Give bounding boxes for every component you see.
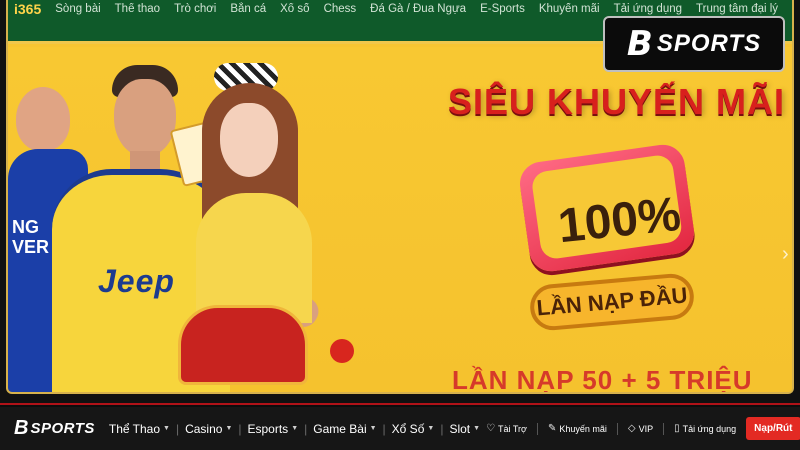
brand-logo-text: SPORTS	[656, 30, 762, 57]
site-menu-item[interactable]: Thể thao	[115, 3, 160, 15]
nav-divider	[663, 422, 665, 435]
chevron-down-icon: ▼	[291, 425, 299, 432]
promo-bottom-line: LẦN NẠP 50 + 5 TRIỆU	[452, 365, 753, 394]
nav-item-game-bai[interactable]: Game Bài ▼	[307, 422, 382, 436]
site-menu-item[interactable]: E-Sports	[480, 3, 525, 15]
chevron-down-icon: ▼	[427, 425, 435, 432]
site-menu-item[interactable]: Chess	[324, 3, 357, 15]
nav-link-sponsor[interactable]: ♡ Tài Trợ	[486, 423, 527, 434]
nav-item-label: Game Bài	[313, 421, 367, 436]
slot-machine-decoration	[178, 305, 308, 385]
nav-link-label: Khuyến mãi	[559, 423, 607, 434]
nav-link-app-download[interactable]: ▯ Tải ứng dụng	[674, 423, 736, 434]
promotion-icon: ✎	[547, 423, 557, 434]
site-menu-items: Sòng bài Thể thao Trò chơi Bắn cá Xổ số …	[55, 3, 778, 15]
nav-item-casino[interactable]: Casino ▼	[179, 422, 238, 436]
brand-mark-icon: B	[626, 24, 653, 64]
chevron-down-icon: ▼	[225, 425, 233, 432]
site-menu-item[interactable]: Sòng bài	[55, 3, 100, 15]
nav-divider	[616, 422, 618, 435]
promo-title: SIÊU KHUYẾN MÃI	[448, 81, 786, 122]
navbar-menu: Thể Thao ▼ | Casino ▼ | Esports ▼ | Game Bà…	[103, 422, 486, 436]
navbar-logo-text: SPORTS	[30, 420, 95, 437]
carousel-next-icon[interactable]: ›	[782, 243, 789, 266]
vip-icon: ◇	[627, 423, 636, 434]
mobile-app-icon: ▯	[674, 423, 680, 434]
nav-divider	[536, 422, 538, 435]
nav-link-label: Tải ứng dụng	[682, 423, 737, 434]
nav-item-label: Esports	[247, 421, 289, 436]
site-menu-item[interactable]: Tải ứng dụng	[614, 3, 682, 15]
jersey-sponsor-text: Jeep	[98, 263, 175, 299]
site-menu-item[interactable]: Trung tâm đại lý	[696, 3, 778, 15]
chevron-down-icon: ▼	[473, 425, 481, 432]
nav-link-label: VIP	[638, 423, 654, 434]
nav-link-promotion[interactable]: ✎ Khuyến mãi	[548, 423, 607, 434]
nav-item-label: Xổ Số	[391, 421, 425, 436]
nav-item-label: Casino	[185, 421, 223, 436]
promo-subtitle-pill: LẦN NẠP ĐẦU	[528, 271, 696, 333]
red-ball-decoration	[330, 339, 354, 363]
navbar-logo[interactable]: B SPORTS	[14, 417, 95, 440]
main-navbar: B SPORTS Thể Thao ▼ | Casino ▼ | Esports ▼ …	[0, 407, 800, 450]
nav-item-the-thao[interactable]: Thể Thao ▼	[103, 422, 176, 436]
embedded-screenshot: i365 Sòng bài Thể thao Trò chơi Bắn cá X…	[0, 0, 800, 405]
nav-item-slot[interactable]: Slot ▼	[443, 422, 486, 436]
chevron-down-icon: ▼	[163, 425, 170, 432]
promo-subtitle: LẦN NẠP ĐẦU	[535, 282, 689, 321]
site-menu-item[interactable]: Khuyến mãi	[539, 3, 600, 15]
site-menu-item[interactable]: Bắn cá	[230, 3, 266, 15]
promo-banner[interactable]: NG VER Jeep SIÊU KHUYẾN MÃI 100% LẦN NẠP…	[8, 47, 792, 394]
nav-link-vip[interactable]: ◇ VIP	[628, 423, 653, 434]
navbar-right: ♡ Tài Trợ ✎ Khuyến mãi ◇ VIP ▯ Tải ứng d…	[486, 417, 800, 440]
site-menu-item[interactable]: Trò chơi	[174, 3, 216, 15]
nav-item-label: Slot	[449, 421, 471, 436]
nav-item-esports[interactable]: Esports ▼	[242, 422, 305, 436]
nav-link-label: Tài Trợ	[498, 423, 527, 434]
site-menu-item[interactable]: Xổ số	[280, 3, 309, 15]
site-logo: i365	[14, 0, 42, 17]
girl-image	[196, 63, 312, 323]
sponsor-icon: ♡	[486, 423, 496, 434]
deposit-withdraw-button[interactable]: Nạp/Rút	[746, 417, 800, 440]
chevron-down-icon: ▼	[369, 425, 377, 432]
navbar-logo-mark-icon: B	[14, 417, 29, 439]
nav-item-xo-so[interactable]: Xổ Số ▼	[386, 422, 441, 436]
brand-logo: B SPORTS	[603, 16, 785, 72]
nav-item-label: Thể Thao	[108, 421, 161, 436]
site-menu-item[interactable]: Đá Gà / Đua Ngựa	[370, 3, 466, 15]
